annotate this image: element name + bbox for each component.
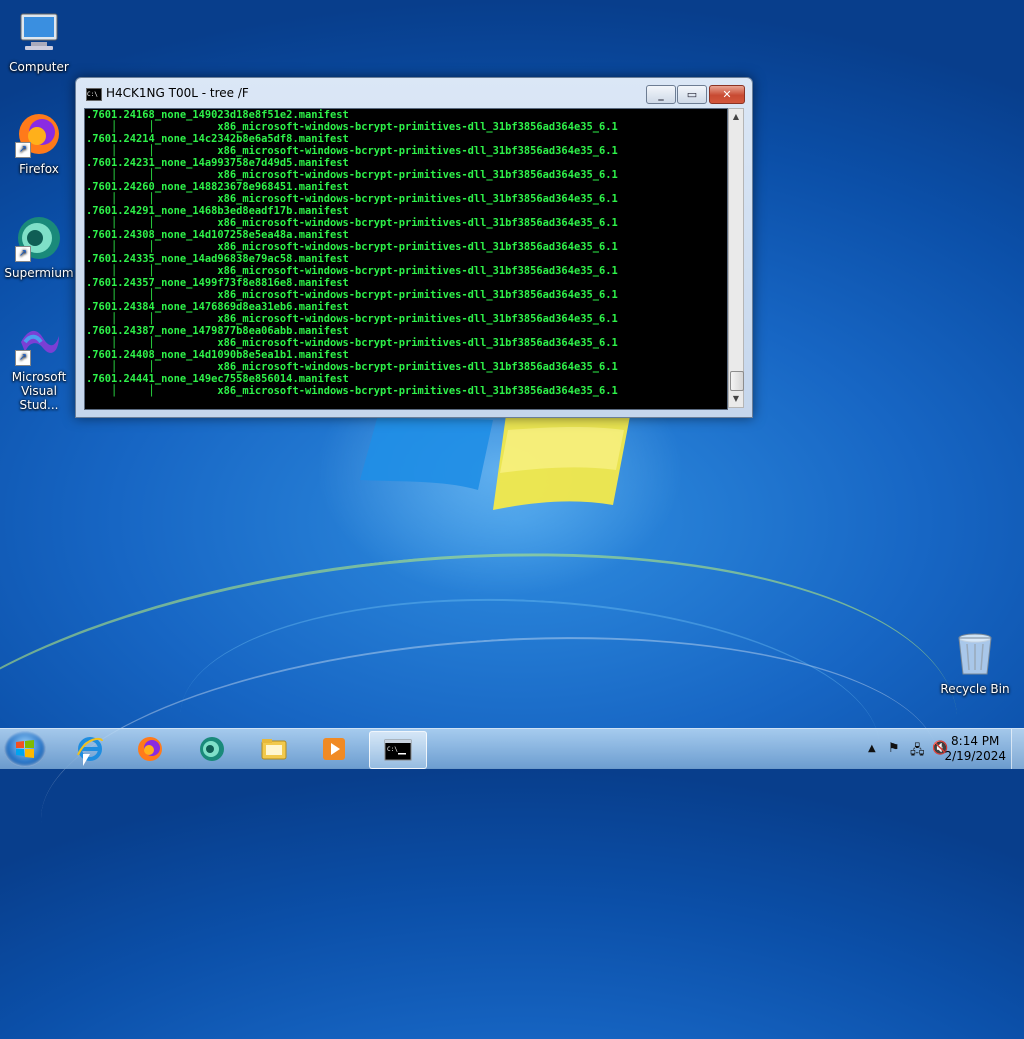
taskbar-app-file-explorer[interactable] <box>246 731 302 767</box>
console-line: │ │ x86_microsoft-windows-bcrypt-primiti… <box>111 265 618 277</box>
console-line: │ │ x86_microsoft-windows-bcrypt-primiti… <box>111 385 618 397</box>
action-center-flag-icon[interactable]: ⚑ <box>888 741 900 756</box>
svg-text:C:\: C:\ <box>387 746 398 753</box>
console-line: │ │ x86_microsoft-windows-bcrypt-primiti… <box>111 193 618 205</box>
window-title: H4CK1NG T00L - tree /F <box>106 86 249 100</box>
command-prompt-icon: C:\ <box>86 88 102 101</box>
console-line: .7601.24308_none_14d107258e5ea48a.manife… <box>86 229 349 241</box>
console-line: .7601.24408_none_14d1090b8e5ea1b1.manife… <box>86 349 349 361</box>
desktop-icon-visual-studio[interactable]: ↗ Microsoft Visual Stud... <box>3 318 75 412</box>
console-line: .7601.24357_none_1499f73f8e8816e8.manife… <box>86 277 349 289</box>
console-line: │ │ x86_microsoft-windows-bcrypt-primiti… <box>111 337 618 349</box>
start-button[interactable] <box>4 731 46 767</box>
vertical-scrollbar[interactable]: ▲ ▼ <box>728 108 744 408</box>
scroll-up-arrow-icon[interactable]: ▲ <box>729 109 743 125</box>
clock[interactable]: 8:14 PM 2/19/2024 <box>944 734 1006 764</box>
shortcut-arrow-icon: ↗ <box>15 142 31 158</box>
taskbar: C:\ ▲ ⚑ 🖧 🔇 8:14 PM 2/19/2024 <box>0 728 1024 769</box>
console-line: .7601.24387_none_1479877b8ea06abb.manife… <box>86 325 349 337</box>
desktop-icon-label: Microsoft Visual Stud... <box>11 370 67 412</box>
console-line: │ │ x86_microsoft-windows-bcrypt-primiti… <box>111 169 618 181</box>
clock-time: 8:14 PM <box>951 734 1000 748</box>
console-line: .7601.24260_none_148823678e968451.manife… <box>86 181 349 193</box>
console-line: │ │ x86_microsoft-windows-bcrypt-primiti… <box>111 313 618 325</box>
desktop-icon-label: Computer <box>9 60 69 74</box>
taskbar-app-media-player[interactable] <box>306 731 362 767</box>
computer-icon <box>15 8 63 56</box>
desktop-icon-firefox[interactable]: ↗ Firefox <box>3 110 75 176</box>
internet-explorer-icon <box>77 737 103 761</box>
console-line: .7601.24384_none_1476869d8ea31eb6.manife… <box>86 301 349 313</box>
console-line: │ │ x86_microsoft-windows-bcrypt-primiti… <box>111 241 618 253</box>
desktop-icon-computer[interactable]: Computer <box>3 8 75 74</box>
taskbar-app-command-prompt[interactable]: C:\ <box>369 731 427 769</box>
minimize-icon: _ <box>658 88 664 101</box>
clock-date: 2/19/2024 <box>944 749 1006 763</box>
console-line: │ │ x86_microsoft-windows-bcrypt-primiti… <box>111 145 618 157</box>
console-line: .7601.24231_none_14a993758e7d49d5.manife… <box>86 157 349 169</box>
minimize-button[interactable]: _ <box>646 85 676 104</box>
console-line: │ │ x86_microsoft-windows-bcrypt-primiti… <box>111 361 618 373</box>
console-line: .7601.24291_none_1468b3ed8eadf17b.manife… <box>86 205 349 217</box>
firefox-icon: ↗ <box>15 110 63 158</box>
desktop-icon-label: Firefox <box>19 162 59 176</box>
console-line: │ │ x86_microsoft-windows-bcrypt-primiti… <box>111 121 618 133</box>
console-line: .7601.24335_none_14ad96838e79ac58.manife… <box>86 253 349 265</box>
desktop-icon-supermium[interactable]: ↗ Supermium <box>3 214 75 280</box>
window-titlebar[interactable]: C:\ H4CK1NG T00L - tree /F _ ▭ ✕ <box>76 78 752 108</box>
maximize-button[interactable]: ▭ <box>677 85 707 104</box>
desktop-icon-recycle-bin[interactable]: Recycle Bin <box>939 630 1011 696</box>
network-icon[interactable]: 🖧 <box>910 741 925 763</box>
close-button[interactable]: ✕ <box>709 85 745 104</box>
desktop-icon-label: Recycle Bin <box>940 682 1010 696</box>
show-hidden-icons-icon[interactable]: ▲ <box>868 743 876 754</box>
mouse-cursor <box>83 754 90 766</box>
scroll-down-arrow-icon[interactable]: ▼ <box>729 391 743 407</box>
firefox-icon <box>138 737 162 761</box>
maximize-icon: ▭ <box>686 88 698 101</box>
console-line: .7601.24214_none_14c2342b8e6a5df8.manife… <box>86 133 349 145</box>
media-player-icon <box>323 738 345 760</box>
console-window[interactable]: C:\ H4CK1NG T00L - tree /F _ ▭ ✕ .7601.2… <box>75 77 753 418</box>
console-line: │ │ x86_microsoft-windows-bcrypt-primiti… <box>111 289 618 301</box>
windows-logo-wallpaper <box>360 412 630 510</box>
close-icon: ✕ <box>722 88 732 101</box>
scrollbar-thumb[interactable] <box>730 371 744 391</box>
console-text: .7601.24168_none_149023d18e8f51e2.manife… <box>85 109 727 397</box>
shortcut-arrow-icon: ↗ <box>15 350 31 366</box>
recycle-bin-icon <box>951 630 999 678</box>
desktop-icon-label: Supermium <box>4 266 74 280</box>
console-line: .7601.24441_none_149ec7558e856014.manife… <box>86 373 349 385</box>
file-explorer-icon <box>261 739 287 760</box>
visual-studio-icon: ↗ <box>15 318 63 366</box>
shortcut-arrow-icon: ↗ <box>15 246 31 262</box>
console-line: │ │ x86_microsoft-windows-bcrypt-primiti… <box>111 217 618 229</box>
supermium-icon <box>200 737 224 761</box>
console-output[interactable]: .7601.24168_none_149023d18e8f51e2.manife… <box>84 108 728 410</box>
system-tray: ▲ ⚑ 🖧 🔇 8:14 PM 2/19/2024 <box>834 729 1024 769</box>
taskbar-app-firefox[interactable] <box>122 731 178 767</box>
command-prompt-icon: C:\ <box>384 739 412 761</box>
show-desktop-button[interactable] <box>1011 729 1024 769</box>
console-line: .7601.24168_none_149023d18e8f51e2.manife… <box>86 109 349 121</box>
taskbar-app-supermium[interactable] <box>184 731 240 767</box>
supermium-icon: ↗ <box>15 214 63 262</box>
windows-start-icon <box>16 740 34 758</box>
taskbar-app-internet-explorer[interactable] <box>62 731 118 767</box>
